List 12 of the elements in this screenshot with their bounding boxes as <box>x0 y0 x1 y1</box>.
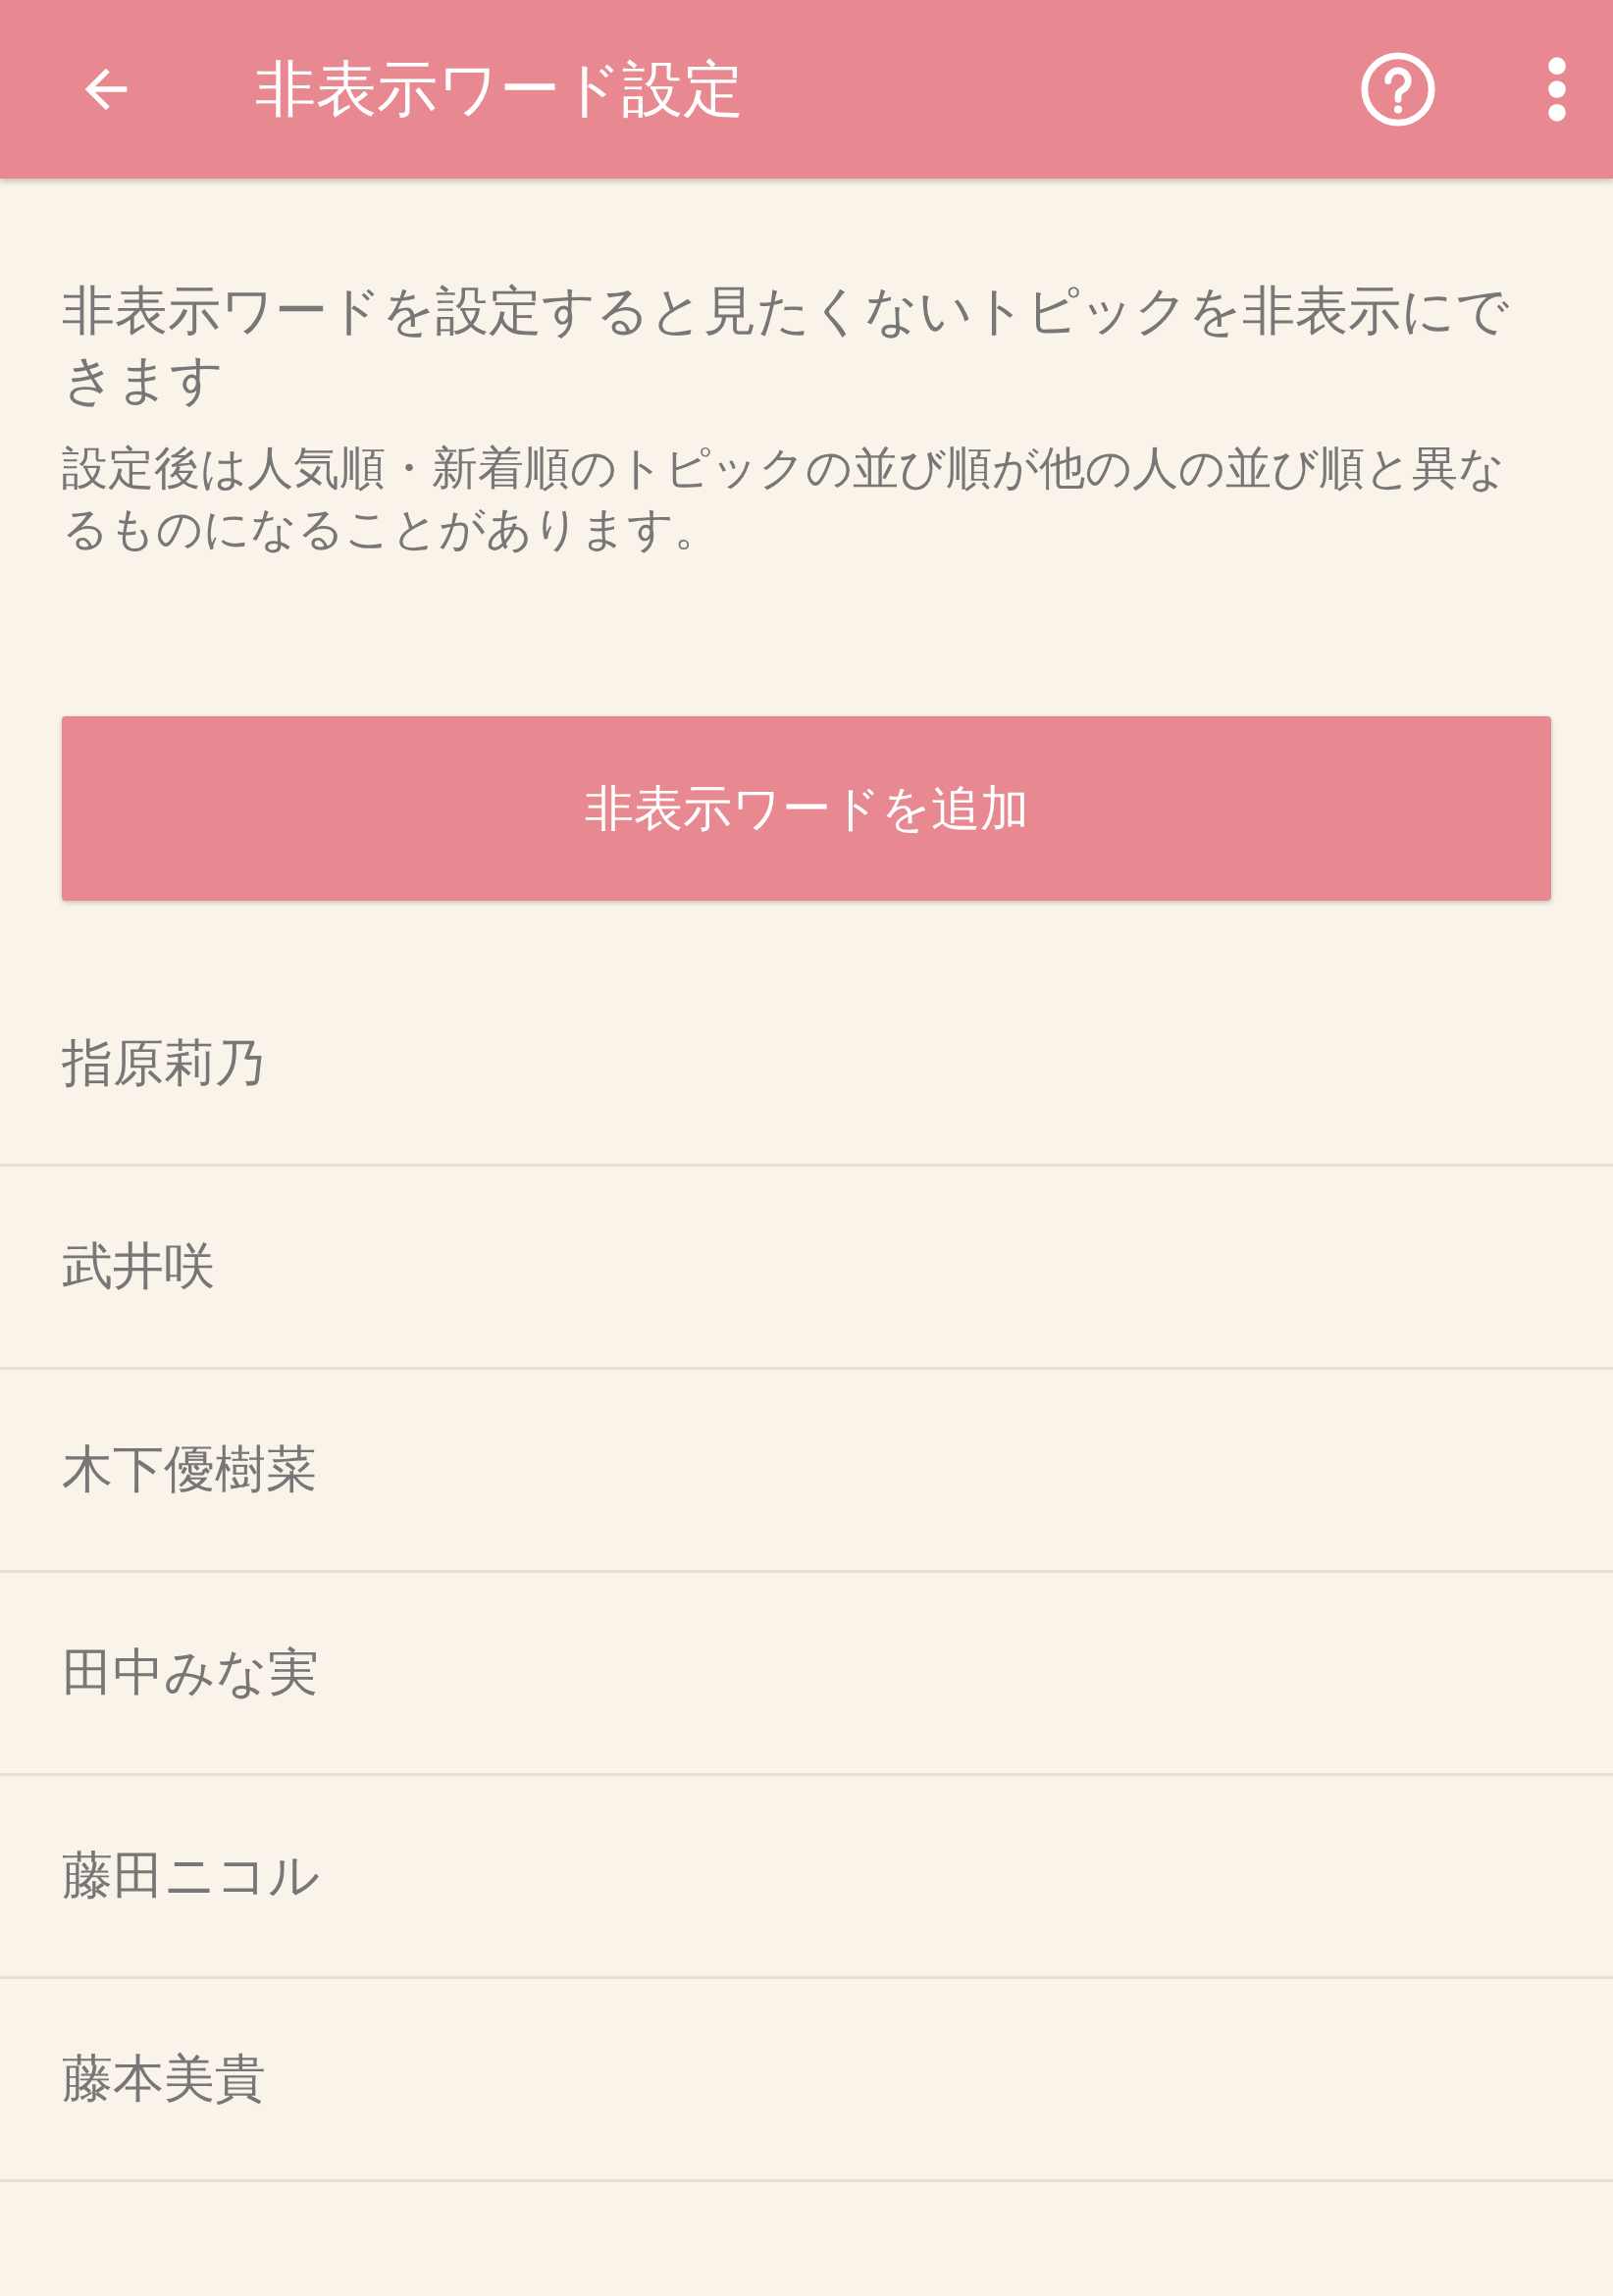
description-text: 非表示ワードを設定すると見たくないトピックを非表示にできます <box>62 279 1510 412</box>
word-list-item[interactable]: 藤田ニコル <box>0 1776 1613 1979</box>
note-text: 設定後は人気順・新着順のトピックの並び順が他の人の並び順と異なるものになることがあります。 <box>62 440 1506 557</box>
help-icon <box>1358 49 1438 130</box>
word-list-item[interactable]: 武井咲 <box>0 1167 1613 1370</box>
add-word-button[interactable]: 非表示ワードを追加 <box>62 716 1551 901</box>
word-list-item[interactable]: 藤本美貴 <box>0 1979 1613 2182</box>
word-list-item[interactable]: 指原莉乃 <box>0 964 1613 1167</box>
word-list-item[interactable]: 木下優樹菜 <box>0 1370 1613 1573</box>
more-vertical-icon <box>1546 56 1568 123</box>
word-list-item[interactable]: 田中みな実 <box>0 1573 1613 1776</box>
screen-title: 非表示ワード設定 <box>255 52 745 127</box>
